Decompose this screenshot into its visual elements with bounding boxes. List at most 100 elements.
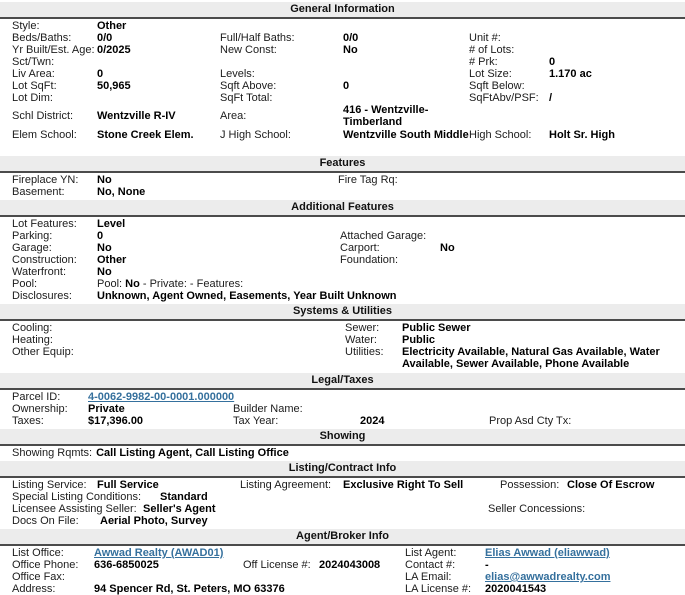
la-license-label: LA License #: [405,583,471,595]
sqftabv-psf-label: SqFtAbv/PSF: [469,92,539,104]
disclosures-value: Unknown, Agent Owned, Easements, Year Bu… [97,290,397,302]
builder-name-label: Builder Name: [233,403,303,415]
seller-concessions-label: Seller Concessions: [488,503,585,515]
row-disclosures: Disclosures: Unknown, Agent Owned, Easem… [0,290,685,302]
num-prk-label: # Prk: [469,56,498,68]
list-agent-label: List Agent: [405,547,456,559]
tax-year-value: 2024 [360,415,384,427]
ownership-value: Private [88,403,125,415]
possession-value: Close Of Escrow [567,479,654,491]
listing-agreement-value: Exclusive Right To Sell [343,479,463,491]
sqft-above-label: Sqft Above: [220,80,276,92]
row-sct-twn: Sct/Twn: # Prk: 0 [0,56,685,68]
row-office-fax: Office Fax: LA Email: elias@awwadrealty.… [0,571,685,583]
row-showing-rqmts: Showing Rqmts:Call Listing Agent, Call L… [0,447,685,459]
row-licensee-assisting-seller: Licensee Assisting Seller: Seller's Agen… [0,503,685,515]
taxes-label: Taxes: [12,415,44,427]
row-lot-sqft: Lot SqFt: 50,965 Sqft Above: 0 Sqft Belo… [0,80,685,92]
carport-label: Carport: [340,242,380,254]
section-general-information: Style: Other Beds/Baths: 0/0 Full/Half B… [0,20,685,154]
contact-number-value: - [485,559,489,571]
row-equip-utilities: Other Equip: Utilities: Electricity Avai… [0,346,685,371]
section-header-showing: Showing [0,429,685,446]
row-style: Style: Other [0,20,685,32]
address-label: Address: [12,583,55,595]
j-high-school-label: J High School: [220,129,291,141]
lot-dim-label: Lot Dim: [12,92,53,104]
row-parcel-id: Parcel ID: 4-0062-9982-00-0001.000000 [0,391,685,403]
water-label: Water: [345,334,377,346]
garage-label: Garage: [12,242,52,254]
row-special-listing-conditions: Special Listing Conditions: Standard [0,491,685,503]
office-phone-label: Office Phone: [12,559,78,571]
new-const-label: New Const: [220,44,277,56]
section-header-general-information: General Information [0,2,685,19]
lot-features-value: Level [97,218,125,230]
row-beds-baths: Beds/Baths: 0/0 Full/Half Baths: 0/0 Uni… [0,32,685,44]
showing-rqmts-value: Call Listing Agent, Call Listing Office [96,447,289,459]
row-garage: Garage: No Carport: No [0,242,685,254]
liv-area-value: 0 [97,68,103,80]
sewer-label: Sewer: [345,322,379,334]
la-license-value: 2020041543 [485,583,546,595]
parcel-id-label: Parcel ID: [12,391,60,403]
row-pool: Pool: Pool: No - Private: - Features: [0,278,685,290]
yr-built-age-label: Yr Built/Est. Age: [12,44,95,56]
section-header-listing-contract-info: Listing/Contract Info [0,461,685,478]
section-header-additional-features: Additional Features [0,200,685,217]
office-fax-label: Office Fax: [12,571,65,583]
parcel-id-link[interactable]: 4-0062-9982-00-0001.000000 [88,391,234,403]
unit-number-label: Unit #: [469,32,501,44]
row-cooling-sewer: Cooling: Sewer: Public Sewer [0,322,685,334]
row-address: Address: 94 Spencer Rd, St. Peters, MO 6… [0,583,685,595]
pool-value-part1: Pool: [97,278,125,290]
lot-size-value: 1.170 ac [549,68,592,80]
pool-value-part3: - Private: - Features: [140,278,243,290]
la-email-label: LA Email: [405,571,451,583]
licensee-assisting-seller-value: Seller's Agent [143,503,216,515]
disclosures-label: Disclosures: [12,290,72,302]
row-heating-water: Heating: Water: Public [0,334,685,346]
sqft-total-label: SqFt Total: [220,92,272,104]
address-value: 94 Spencer Rd, St. Peters, MO 63376 [94,583,285,595]
waterfront-label: Waterfront: [12,266,66,278]
docs-on-file-label: Docs On File: [12,515,79,527]
row-office-phone: Office Phone: 636-6850025 Off License #:… [0,559,685,571]
special-listing-conditions-value: Standard [160,491,208,503]
basement-label: Basement: [12,186,65,198]
elem-school-label: Elem School: [12,129,77,141]
contact-number-label: Contact #: [405,559,455,571]
lot-size-label: Lot Size: [469,68,512,80]
parking-label: Parking: [12,230,52,242]
list-office-label: List Office: [12,547,64,559]
sqft-above-value: 0 [343,80,349,92]
construction-value: Other [97,254,126,266]
row-construction: Construction: Other Foundation: [0,254,685,266]
j-high-school-value: Wentzville South Middle [343,129,478,141]
la-email-link[interactable]: elias@awwadrealty.com [485,571,610,583]
listing-service-label: Listing Service: [12,479,87,491]
list-agent-link[interactable]: Elias Awwad (eliawwad) [485,547,610,559]
section-additional-features: Lot Features: Level Parking: 0 Attached … [0,218,685,302]
fire-tag-rq-label: Fire Tag Rq: [338,174,398,186]
listing-agreement-label: Listing Agreement: [240,479,331,491]
carport-value: No [440,242,455,254]
beds-baths-label: Beds/Baths: [12,32,71,44]
list-office-link[interactable]: Awwad Realty (AWAD01) [94,547,223,559]
lot-sqft-value: 50,965 [97,80,131,92]
row-waterfront: Waterfront: No [0,266,685,278]
utilities-value: Electricity Available, Natural Gas Avail… [402,346,668,370]
sct-twn-label: Sct/Twn: [12,56,54,68]
section-showing: Showing Rqmts:Call Listing Agent, Call L… [0,447,685,459]
num-lots-label: # of Lots: [469,44,514,56]
high-school-value: Holt Sr. High [549,129,615,141]
fireplace-yn-label: Fireplace YN: [12,174,78,186]
row-lot-features: Lot Features: Level [0,218,685,230]
section-listing-contract-info: Listing Service: Full Service Listing Ag… [0,479,685,527]
office-phone-value: 636-6850025 [94,559,159,571]
cooling-label: Cooling: [12,322,52,334]
section-systems-utilities: Cooling: Sewer: Public Sewer Heating: Wa… [0,322,685,371]
row-schools: Elem School: Stone Creek Elem. J High Sc… [0,129,685,154]
area-label: Area: [220,110,246,122]
garage-value: No [97,242,112,254]
